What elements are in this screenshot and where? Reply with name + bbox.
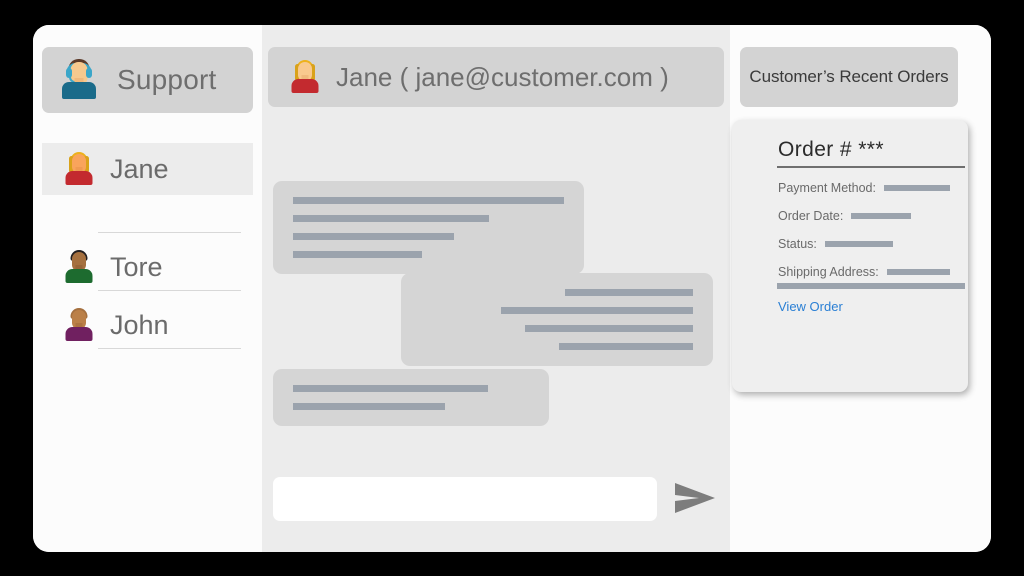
order-field-value-redacted — [883, 185, 950, 191]
message-line — [293, 403, 445, 410]
order-card[interactable]: Order # *** Payment Method: Order Date: … — [732, 120, 968, 392]
sidebar-support-header[interactable]: Support — [42, 47, 253, 113]
order-field-value-redacted — [886, 269, 950, 275]
message-line — [293, 197, 564, 204]
order-field-value-redacted — [851, 213, 912, 219]
message-line — [293, 233, 454, 240]
sidebar-item-tore[interactable]: Tore — [42, 241, 253, 293]
chat-header-avatar — [290, 60, 320, 94]
sidebar-divider-2 — [98, 290, 241, 291]
sidebar-divider-3 — [98, 348, 241, 349]
orders-panel: Customer’s Recent Orders Order # *** Pay… — [730, 25, 991, 552]
john-avatar — [64, 308, 94, 342]
order-field-label: Shipping Address: — [778, 265, 879, 279]
order-field-shipping-address: Shipping Address: — [778, 265, 950, 279]
send-paper-plane-icon — [673, 481, 717, 518]
jane-avatar — [64, 152, 94, 186]
order-number: Order # *** — [778, 138, 884, 161]
support-agent-avatar — [60, 59, 98, 101]
chat-message-bubble-incoming-2 — [273, 369, 549, 426]
order-field-payment-method: Payment Method: — [778, 181, 950, 195]
order-number-rule — [777, 166, 965, 168]
order-field-label: Payment Method: — [778, 181, 876, 195]
message-line — [559, 343, 693, 350]
sidebar-item-jane[interactable]: Jane — [42, 143, 253, 195]
message-input[interactable] — [273, 477, 657, 521]
order-field-label: Order Date: — [778, 209, 844, 223]
chat-message-bubble-incoming-1 — [273, 181, 584, 274]
orders-panel-title: Customer’s Recent Orders — [749, 67, 949, 86]
sidebar-divider-1 — [98, 232, 241, 233]
sidebar-item-label-tore: Tore — [110, 251, 163, 282]
message-line — [293, 385, 488, 392]
orders-panel-header: Customer’s Recent Orders — [740, 47, 958, 107]
view-order-link[interactable]: View Order — [778, 299, 843, 314]
order-field-status: Status: — [778, 237, 950, 251]
screen: Support Jane Tore John Jane (jane@custo… — [0, 0, 1024, 576]
sidebar-item-john[interactable]: John — [42, 299, 253, 351]
order-field-order-date: Order Date: — [778, 209, 950, 223]
send-button[interactable] — [671, 477, 719, 521]
chat-header-title: Jane ( jane@customer.com ) — [336, 61, 669, 92]
message-composer — [273, 475, 719, 523]
order-field-value-redacted — [824, 241, 893, 247]
app-window: Support Jane Tore John Jane (jane@custo… — [33, 25, 991, 552]
chat-panel: Jane ( jane@customer.com ) — [262, 25, 730, 552]
tore-avatar — [64, 250, 94, 284]
message-line — [565, 289, 693, 296]
order-field-label: Status: — [778, 237, 817, 251]
chat-header: Jane ( jane@customer.com ) — [268, 47, 724, 107]
sidebar-item-label-jane: Jane — [110, 153, 169, 184]
message-line — [293, 251, 422, 258]
message-line — [501, 307, 693, 314]
sidebar: Support Jane Tore John — [33, 25, 262, 552]
chat-message-bubble-outgoing-1 — [401, 273, 713, 366]
sidebar-item-label-john: John — [110, 309, 169, 340]
message-line — [525, 325, 693, 332]
message-line — [293, 215, 489, 222]
order-field-value-redacted-line2 — [777, 283, 965, 289]
sidebar-support-label: Support — [117, 64, 217, 95]
